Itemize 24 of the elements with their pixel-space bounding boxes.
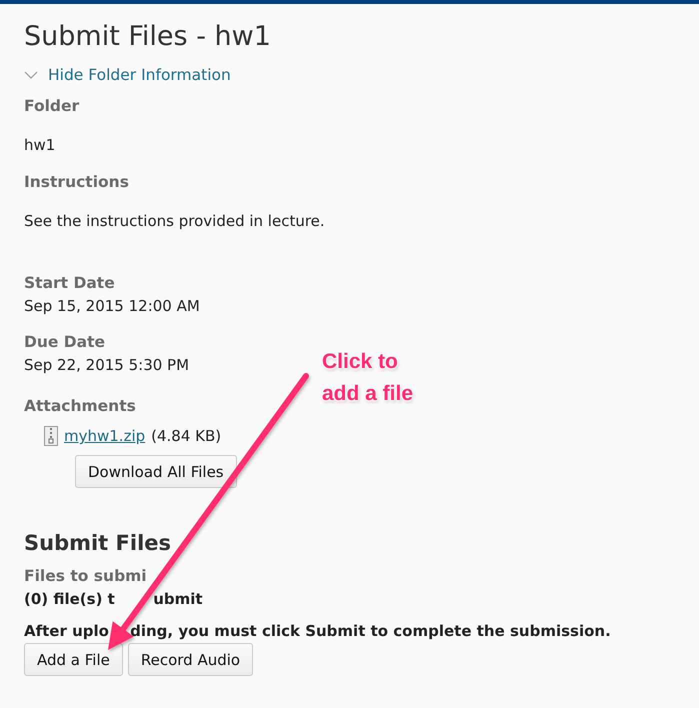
action-button[interactable]: Add a File [24, 643, 123, 676]
field-value: Sep 22, 2015 5:30 PM [24, 355, 190, 375]
action-button[interactable]: Record Audio [128, 643, 254, 676]
download-all-button[interactable]: Download All Files [75, 455, 237, 488]
attachments-label: Attachments [24, 396, 136, 416]
field-label: Due Date [24, 332, 106, 352]
submission-note-text: ding, you must click Submit to complete the submission. [130, 622, 611, 640]
field-value: hw1 [24, 135, 56, 155]
section-heading: Submit Files [24, 530, 172, 556]
field-label: Instructions [24, 172, 129, 192]
file-size: (4.84 KB) [151, 427, 222, 445]
files-label: Files to submi [24, 566, 147, 586]
callout-text: Click to add a file [322, 349, 414, 407]
submission-note-text: After uplo [24, 622, 109, 640]
zip-file-icon [44, 426, 58, 446]
field-label: Start Date [24, 273, 115, 293]
field-value: Sep 15, 2015 12:00 AM [24, 296, 200, 316]
field-value: See the instructions provided in lecture. [24, 211, 325, 231]
file-count-text: ubmit [153, 590, 203, 608]
field-label: Folder [24, 96, 80, 116]
page-title: Submit Files - hw1 [24, 20, 272, 54]
file-count-text: (0) file(s) t [24, 590, 115, 608]
file-link[interactable]: myhw1.zip [64, 427, 146, 445]
hide-folder-info-toggle[interactable]: Hide Folder Information [24, 66, 231, 84]
